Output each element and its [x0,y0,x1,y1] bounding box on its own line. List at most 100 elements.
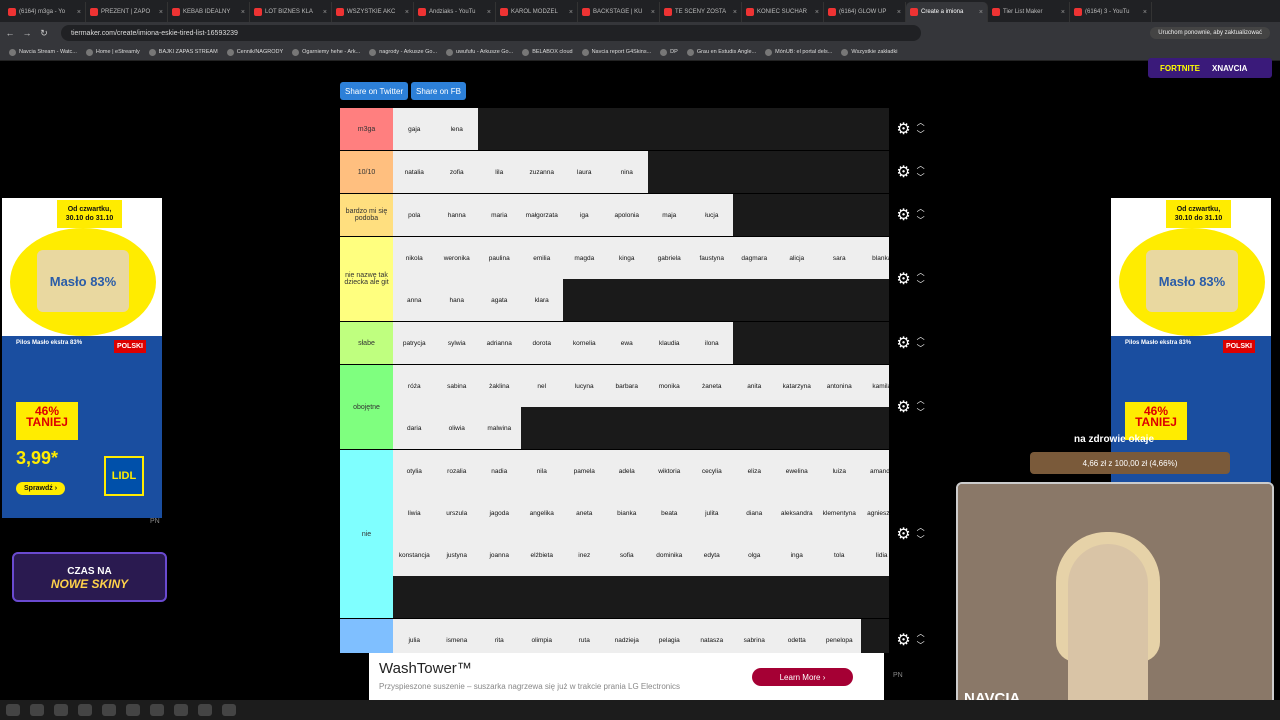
update-button[interactable]: Uruchom ponownie, aby zaktualizować [1150,27,1270,39]
browser-tab[interactable]: PREZENT | ZAPO × [86,2,168,22]
learn-more-button[interactable]: Learn More › [752,668,853,686]
tier-label[interactable]: m3ga [340,108,393,150]
tier-item[interactable]: hanna [435,194,478,236]
chrome-icon[interactable] [150,704,164,716]
browser-tab[interactable]: Tier List Maker × [988,2,1070,22]
browser-tab[interactable]: (6164) m3ga - Yo × [4,2,86,22]
tier-item[interactable]: luiza [818,450,861,492]
reload-icon[interactable]: ↻ [37,28,51,39]
tier-item[interactable]: lila [478,151,521,193]
tier-item[interactable]: justyna [435,534,478,576]
close-icon[interactable]: × [323,9,327,16]
tier-item[interactable]: nadia [478,450,521,492]
chevron-down-icon[interactable]: ﹀ [917,534,925,546]
tier-item[interactable]: kornelia [563,322,606,364]
bookmark-item[interactable]: DP [660,48,678,56]
tier-item[interactable]: anna [393,279,436,321]
forward-icon[interactable]: → [20,28,34,38]
close-icon[interactable]: × [159,9,163,16]
tier-item[interactable]: konstancja [393,534,436,576]
tier-item[interactable]: edyta [690,534,733,576]
tier-item[interactable]: barbara [605,365,648,407]
bookmark-item[interactable]: Ogarniemy hehe - Ark... [292,48,360,56]
opera-icon[interactable] [54,704,68,716]
explorer-icon[interactable] [30,704,44,716]
chevron-up-icon[interactable]: ︿ [917,117,925,129]
tier-label[interactable]: nie nazwę tak dziecka ale git [340,237,393,321]
tier-item[interactable]: nel [520,365,563,407]
browser-tab[interactable]: Create a imiona × [906,2,988,22]
bookmark-item[interactable]: Grau en Estudis Angle... [686,48,756,56]
browser-tab[interactable]: TE SCENY ZOSTA × [660,2,742,22]
tier-item[interactable]: rita [478,619,521,653]
tier-item[interactable]: adrianna [478,322,521,364]
gear-icon[interactable]: ⚙ [896,630,910,650]
tier-item[interactable]: olga [733,534,776,576]
bottom-ad[interactable]: WashTower™ Przyspieszone suszenie – susz… [369,653,884,700]
tier-item[interactable]: róża [393,365,436,407]
tier-item[interactable]: inez [563,534,606,576]
gear-icon[interactable]: ⚙ [896,205,910,225]
tier-item[interactable]: laura [563,151,606,193]
close-icon[interactable]: × [1143,9,1147,16]
obs-icon[interactable] [174,704,188,716]
tier-item[interactable]: paulina [478,237,521,279]
tier-item[interactable]: zofia [435,151,478,193]
tier-label[interactable]: bardzo mi się podoba [340,194,393,236]
tier-item[interactable]: elżbieta [520,534,563,576]
tier-item[interactable]: tola [818,534,861,576]
chevron-down-icon[interactable]: ﹀ [917,279,925,291]
tier-item[interactable]: dominika [648,534,691,576]
tier-item[interactable]: kinga [605,237,648,279]
browser-tab[interactable]: LOT BIZNES KLA × [250,2,332,22]
tier-item[interactable]: łucja [690,194,733,236]
back-icon[interactable]: ← [3,28,17,38]
steam-icon[interactable] [102,704,116,716]
tier-item[interactable]: nikola [393,237,436,279]
tier-item[interactable]: katarzyna [775,365,818,407]
tier-item[interactable]: cecylia [690,450,733,492]
browser-tab[interactable]: KEBAB IDEALNY × [168,2,250,22]
gear-icon[interactable]: ⚙ [896,162,910,182]
tier-item[interactable]: klaudia [648,322,691,364]
close-icon[interactable]: × [77,9,81,16]
tier-item[interactable]: joanna [478,534,521,576]
tier-item[interactable]: żaneta [690,365,733,407]
chevron-up-icon[interactable]: ︿ [917,628,925,640]
tier-item[interactable]: aleksandra [775,492,818,534]
tier-item[interactable]: oliwia [435,407,478,449]
chevron-down-icon[interactable]: ﹀ [917,129,925,141]
tier-item[interactable]: inga [775,534,818,576]
tier-item[interactable]: ewa [605,322,648,364]
browser-tab[interactable]: (6164) 3 - YouTu × [1070,2,1152,22]
tier-item[interactable]: julia [393,619,436,653]
tier-label[interactable] [340,619,393,653]
chevron-down-icon[interactable]: ﹀ [917,407,925,419]
bookmark-item[interactable]: uwufufu - Arkusze Go... [446,48,513,56]
tier-item[interactable]: sara [818,237,861,279]
tier-item[interactable]: nadzieja [605,619,648,653]
tier-item[interactable]: patrycja [393,322,436,364]
chevron-up-icon[interactable]: ︿ [917,203,925,215]
share-fb-button[interactable]: Share on FB [411,82,466,100]
tier-item[interactable]: aneta [563,492,606,534]
tier-label[interactable]: słabe [340,322,393,364]
tier-item[interactable]: alicja [775,237,818,279]
bookmark-item[interactable]: Home | eStreamly [85,48,140,56]
tier-item[interactable]: julita [690,492,733,534]
gear-icon[interactable]: ⚙ [896,119,910,139]
tier-item[interactable]: beata [648,492,691,534]
tier-item[interactable]: faustyna [690,237,733,279]
tier-label[interactable]: obojętne [340,365,393,449]
tier-item[interactable]: maja [648,194,691,236]
chevron-up-icon[interactable]: ︿ [917,522,925,534]
browser-tab[interactable]: KONIEC SUCHAR × [742,2,824,22]
tier-item[interactable]: żaklina [478,365,521,407]
browser-tab[interactable]: BACKSTAGE | KU × [578,2,660,22]
start-icon[interactable] [6,704,20,716]
gear-icon[interactable]: ⚙ [896,397,910,417]
tier-item[interactable]: apolonia [605,194,648,236]
tier-item[interactable]: penelopa [818,619,861,653]
tier-item[interactable]: antonina [818,365,861,407]
tier-item[interactable]: lena [435,108,478,150]
